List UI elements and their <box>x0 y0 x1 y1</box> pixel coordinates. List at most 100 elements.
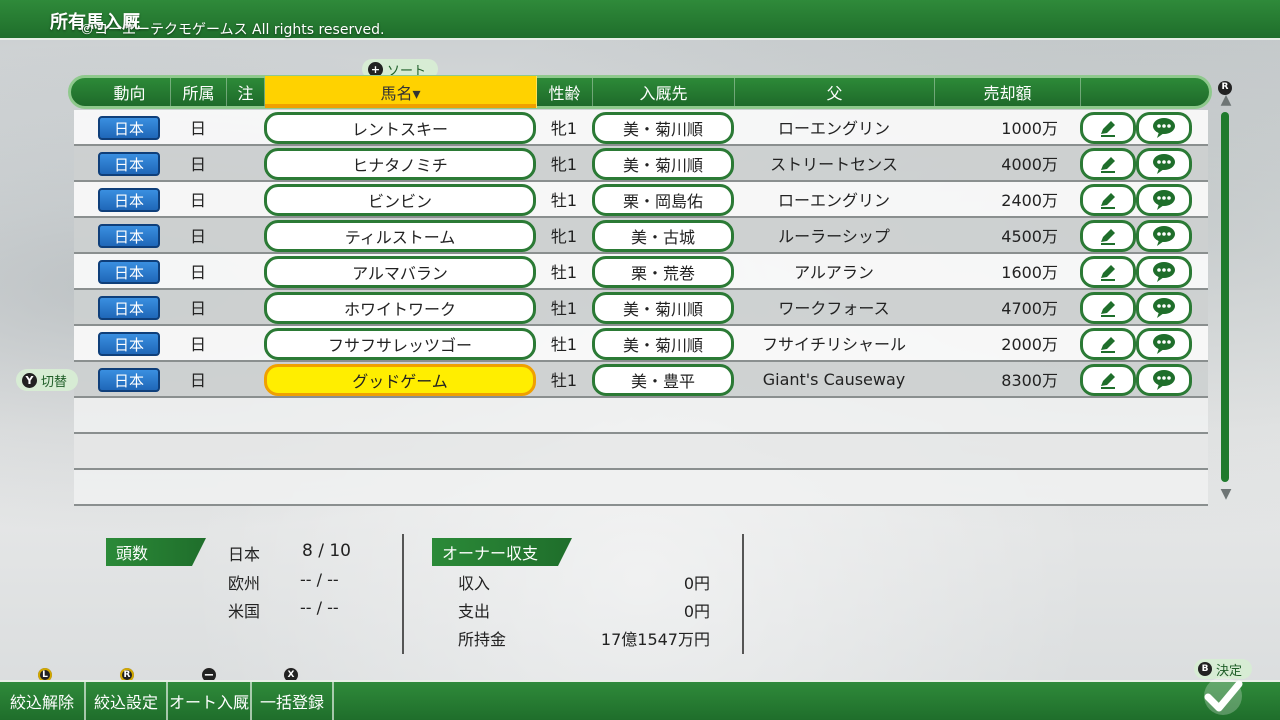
price-cell: 1600万 <box>1001 263 1058 282</box>
clear-filter-button[interactable]: 絞込解除 <box>0 682 86 720</box>
horse-name-field[interactable]: ビンビン <box>264 184 536 216</box>
horse-name-field[interactable]: フサフサレッツゴー <box>264 328 536 360</box>
comment-button[interactable] <box>1136 256 1192 288</box>
column-header-affiliation[interactable]: 所属 <box>171 78 227 106</box>
stable-selector[interactable]: 美・豊平 <box>592 364 734 396</box>
toggle-label: 切替 <box>41 374 68 390</box>
region-count: -- / -- <box>300 598 339 617</box>
trend-badge: 日本 <box>98 332 160 356</box>
sire-cell: Giant's Causeway <box>762 369 906 389</box>
table-row[interactable]: 日本 日 ヒナタノミチ 牝1 美・菊川順 ストリートセンス 4000万 <box>74 146 1208 182</box>
table-row[interactable]: 日本 日 アルマバラン 牡1 栗・荒巻 アルアラン 1600万 <box>74 254 1208 290</box>
column-header-sire[interactable]: 父 <box>735 78 935 106</box>
edit-button[interactable] <box>1080 220 1136 252</box>
checkmark-icon <box>1204 677 1243 715</box>
comment-button[interactable] <box>1136 148 1192 180</box>
edit-button[interactable] <box>1080 112 1136 144</box>
affiliation-cell: 日 <box>189 371 206 390</box>
divider <box>402 534 404 654</box>
divider <box>742 534 744 654</box>
horse-name-field[interactable]: ヒナタノミチ <box>264 148 536 180</box>
stable-selector[interactable]: 美・菊川順 <box>592 148 734 180</box>
column-header-sex-age[interactable]: 性齢 <box>537 78 593 106</box>
region-label: 日本 <box>228 545 261 564</box>
horse-name-field[interactable]: ティルストーム <box>264 220 536 252</box>
comment-button[interactable] <box>1136 220 1192 252</box>
trend-badge: 日本 <box>98 296 160 320</box>
horse-name-field[interactable]: レントスキー <box>264 112 536 144</box>
sex-age-cell: 牝1 <box>550 155 578 174</box>
scroll-down-icon[interactable]: ▼ <box>1218 486 1234 502</box>
sex-age-cell: 牡1 <box>550 299 578 318</box>
column-header-note[interactable]: 注 <box>227 78 265 106</box>
trend-badge: 日本 <box>98 152 160 176</box>
pencil-icon <box>1101 157 1115 173</box>
owner-balance-tag: オーナー収支 <box>432 538 572 566</box>
table-row[interactable]: 日本 日 フサフサレッツゴー 牡1 美・菊川順 フサイチリシャール 2000万 <box>74 326 1208 362</box>
horse-name-field[interactable]: グッドゲーム <box>264 364 536 396</box>
affiliation-cell: 日 <box>189 299 206 318</box>
column-header-trend[interactable]: 動向 <box>89 78 171 106</box>
table-row-selected[interactable]: 日本 日 グッドゲーム 牡1 美・豊平 Giant's Causeway 830… <box>74 362 1208 398</box>
affiliation-cell: 日 <box>189 155 206 174</box>
pencil-icon <box>1101 193 1115 209</box>
funds-label: 所持金 <box>458 630 507 649</box>
edit-button[interactable] <box>1080 256 1136 288</box>
empty-row <box>74 434 1208 470</box>
comment-button[interactable] <box>1136 112 1192 144</box>
region-label: 米国 <box>228 602 261 621</box>
column-header-price[interactable]: 売却額 <box>935 78 1081 106</box>
stable-selector[interactable]: 美・古城 <box>592 220 734 252</box>
speech-bubble-icon <box>1153 370 1175 390</box>
column-header-stable[interactable]: 入厩先 <box>593 78 735 106</box>
auto-stable-button[interactable]: オート入厩 <box>168 682 252 720</box>
price-cell: 4500万 <box>1001 227 1058 246</box>
stable-selector[interactable]: 栗・荒巻 <box>592 256 734 288</box>
sex-age-cell: 牡1 <box>550 371 578 390</box>
price-cell: 4700万 <box>1001 299 1058 318</box>
affiliation-cell: 日 <box>189 227 206 246</box>
pencil-icon <box>1101 121 1115 137</box>
bulk-register-button[interactable]: 一括登録 <box>252 682 334 720</box>
edit-button[interactable] <box>1080 364 1136 396</box>
stable-selector[interactable]: 栗・岡島佑 <box>592 184 734 216</box>
empty-row <box>74 470 1208 506</box>
sire-cell: ストリートセンス <box>770 155 898 174</box>
horse-name-field[interactable]: ホワイトワーク <box>264 292 536 324</box>
table-row[interactable]: 日本 日 レントスキー 牝1 美・菊川順 ローエングリン 1000万 <box>74 110 1208 146</box>
price-cell: 4000万 <box>1001 155 1058 174</box>
stable-selector[interactable]: 美・菊川順 <box>592 292 734 324</box>
scrollbar[interactable] <box>1221 112 1229 482</box>
sire-cell: ルーラーシップ <box>778 227 890 246</box>
expense-value: 0円 <box>683 602 710 621</box>
table-row[interactable]: 日本 日 ティルストーム 牝1 美・古城 ルーラーシップ 4500万 <box>74 218 1208 254</box>
sire-cell: アルアラン <box>794 263 874 282</box>
comment-button[interactable] <box>1136 292 1192 324</box>
affiliation-cell: 日 <box>189 191 206 210</box>
confirm-button[interactable] <box>1200 675 1246 717</box>
stable-selector[interactable]: 美・菊川順 <box>592 328 734 360</box>
horse-name-field[interactable]: アルマバラン <box>264 256 536 288</box>
sex-age-cell: 牡1 <box>550 191 578 210</box>
filter-settings-button[interactable]: 絞込設定 <box>86 682 168 720</box>
comment-button[interactable] <box>1136 184 1192 216</box>
speech-bubble-icon <box>1153 118 1175 138</box>
trend-badge: 日本 <box>98 368 160 392</box>
affiliation-cell: 日 <box>189 119 206 138</box>
trend-badge: 日本 <box>98 188 160 212</box>
edit-button[interactable] <box>1080 328 1136 360</box>
table-row[interactable]: 日本 日 ビンビン 牡1 栗・岡島佑 ローエングリン 2400万 <box>74 182 1208 218</box>
scroll-up-icon[interactable]: ▲ <box>1218 92 1234 108</box>
table-row[interactable]: 日本 日 ホワイトワーク 牡1 美・菊川順 ワークフォース 4700万 <box>74 290 1208 326</box>
toggle-button[interactable]: Y 切替 <box>16 369 78 391</box>
column-header-name[interactable]: 馬名▾ <box>265 76 537 108</box>
edit-button[interactable] <box>1080 184 1136 216</box>
comment-button[interactable] <box>1136 328 1192 360</box>
region-count: -- / -- <box>300 570 339 589</box>
edit-button[interactable] <box>1080 148 1136 180</box>
edit-button[interactable] <box>1080 292 1136 324</box>
stable-selector[interactable]: 美・菊川順 <box>592 112 734 144</box>
sire-cell: ローエングリン <box>777 119 890 138</box>
comment-button[interactable] <box>1136 364 1192 396</box>
trend-badge: 日本 <box>98 224 160 248</box>
